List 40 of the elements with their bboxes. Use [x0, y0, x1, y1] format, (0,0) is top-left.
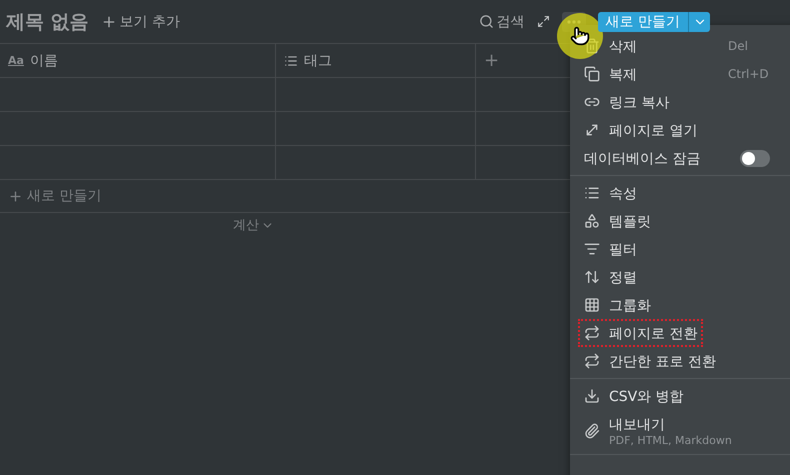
menu-item[interactable]: 그룹화 [578, 291, 657, 319]
paperclip-icon [584, 422, 600, 438]
menu-item[interactable]: 정렬 [578, 263, 643, 291]
diagonal-arrow-icon [584, 122, 600, 138]
page-title: 제목 없음 [6, 10, 89, 34]
menu-item[interactable]: 필터 [578, 235, 643, 263]
shapes-icon [584, 213, 600, 229]
menu-item[interactable]: CSV와 병합 [578, 382, 690, 410]
menu-item-note: PDF, HTML, Markdown [609, 434, 732, 447]
search-button[interactable]: 검색 [478, 12, 525, 30]
menu-toggle-item[interactable]: 데이터베이스 잠금 [578, 144, 790, 172]
menu-item[interactable]: 속성 [578, 179, 643, 207]
swap-icon [584, 325, 600, 341]
download-icon [584, 388, 600, 404]
plus-icon [8, 188, 23, 204]
add-view-button[interactable]: 보기 추가 [100, 12, 180, 30]
menu-item[interactable]: 내보내기 PDF, HTML, Markdown [578, 410, 738, 451]
shortcut-label: Del [728, 39, 748, 53]
column-header[interactable]: 태그 [304, 52, 332, 70]
list-icon [584, 185, 600, 201]
swap-icon [584, 353, 600, 369]
hand-cursor-icon [570, 26, 590, 46]
menu-item[interactable]: 링크 복사 [578, 88, 676, 116]
copy-icon [584, 66, 600, 82]
shortcut-label: Ctrl+D [728, 67, 769, 81]
lock-switch[interactable] [740, 150, 770, 166]
search-icon [478, 14, 494, 29]
sort-icon [584, 269, 600, 285]
menu-item[interactable]: 템플릿 [578, 207, 657, 235]
menu-item[interactable]: 페이지로 열기 [578, 116, 704, 144]
column-header[interactable]: 이름 [30, 52, 58, 70]
grid-icon [584, 297, 600, 313]
expand-icon[interactable] [536, 15, 550, 28]
plus-icon [100, 14, 117, 30]
filter-icon [584, 241, 600, 257]
menu-item[interactable]: 복제 Ctrl+D [578, 60, 790, 88]
menu-item[interactable]: 간단한 표로 전환 [578, 347, 722, 375]
text-type-icon: Aa [8, 54, 24, 67]
menu-item[interactable]: 페이지로 전환 [578, 319, 704, 347]
list-icon [284, 54, 298, 68]
